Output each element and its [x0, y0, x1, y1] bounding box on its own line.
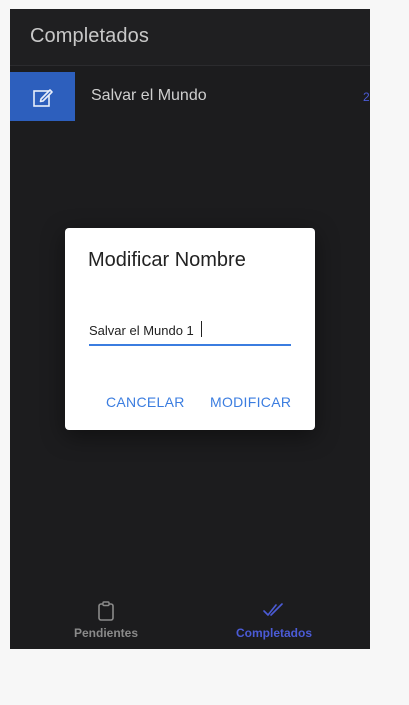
tab-label-completados: Completados — [235, 626, 312, 640]
name-input[interactable] — [89, 316, 291, 346]
tab-pendientes[interactable]: Pendientes — [46, 593, 166, 649]
cancel-button[interactable]: CANCELAR — [106, 394, 185, 410]
modify-name-dialog: Modificar Nombre CANCELAR MODIFICAR — [65, 228, 315, 430]
modify-button[interactable]: MODIFICAR — [210, 394, 291, 410]
app-screen: Completados Salvar el Mundo 2 Modificar … — [10, 9, 370, 649]
tab-completados[interactable]: Completados — [214, 593, 334, 649]
dialog-title: Modificar Nombre — [88, 249, 246, 271]
dialog-backdrop[interactable]: Modificar Nombre CANCELAR MODIFICAR — [10, 9, 370, 649]
clipboard-icon — [98, 601, 114, 621]
bottom-tab-bar: Pendientes Completados — [10, 593, 370, 649]
done-all-icon — [263, 603, 283, 616]
text-caret — [201, 321, 202, 337]
tab-label-pendientes: Pendientes — [73, 626, 139, 640]
